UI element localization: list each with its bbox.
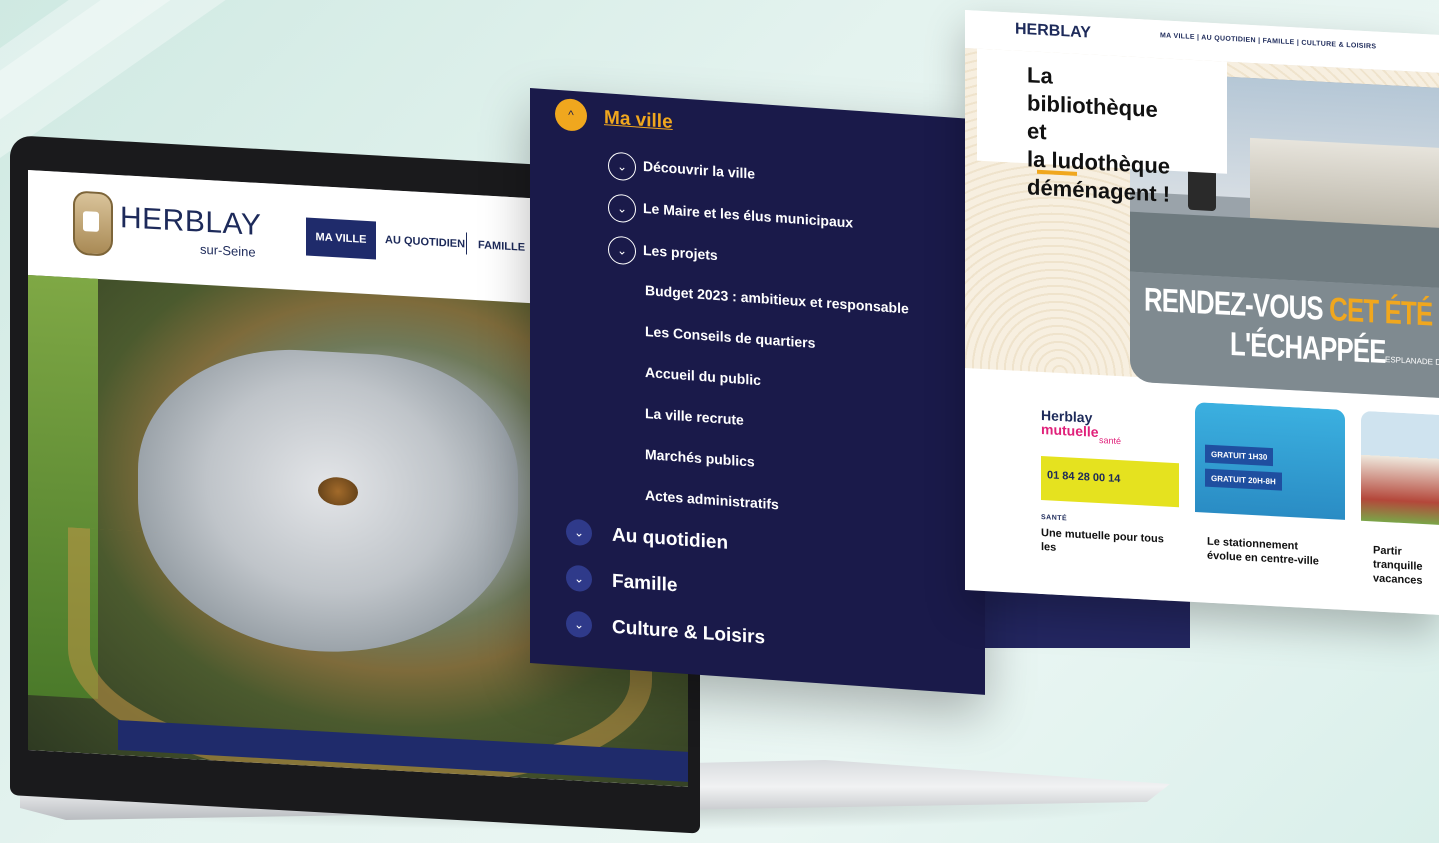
- card-image: [1361, 410, 1439, 526]
- menu-section-famille[interactable]: Famille: [612, 571, 677, 598]
- site-logo-text[interactable]: HERBLAY: [120, 201, 261, 243]
- mutuelle-subtitle: santé: [1099, 435, 1122, 447]
- site-logo-subtitle: sur-Seine: [200, 241, 256, 260]
- menu-link-budget[interactable]: Budget 2023 : ambitieux et responsable: [645, 282, 909, 316]
- menu-link-recrute[interactable]: La ville recrute: [645, 405, 744, 428]
- nav-au-quotidien[interactable]: AU QUOTIDIEN: [385, 234, 465, 250]
- nav-ma-ville[interactable]: MA VILLE: [306, 217, 376, 260]
- chevron-down-icon[interactable]: ⌄: [608, 151, 636, 182]
- card-image: GRATUIT 1H30 GRATUIT 20H-8H: [1195, 402, 1345, 520]
- main-nav[interactable]: MA VILLE | AU QUOTIDIEN | FAMILLE | CULT…: [1160, 32, 1376, 50]
- news-card[interactable]: GRATUIT 1H30 GRATUIT 20H-8H Le stationne…: [1195, 402, 1345, 610]
- menu-section-culture-loisirs[interactable]: Culture & Loisirs: [612, 617, 765, 650]
- parking-badge: GRATUIT 1H30: [1205, 444, 1274, 467]
- logo-text: mutuelle: [1041, 420, 1099, 441]
- site-logo-text[interactable]: HERBLAY: [1015, 21, 1091, 43]
- city-crest-icon: [73, 190, 113, 257]
- hero-title-line: La bibliothèque et: [1027, 62, 1158, 145]
- desktop-site-preview: HERBLAY MA VILLE | AU QUOTIDIEN | FAMILL…: [965, 10, 1439, 615]
- nav-famille[interactable]: FAMILLE: [478, 239, 525, 254]
- chevron-down-icon[interactable]: ⌄: [608, 193, 636, 224]
- slogan-line-1: RENDEZ-VOUS CET ÉTÉ À: [1144, 280, 1439, 334]
- parking-badge: GRATUIT 20H-8H: [1205, 468, 1282, 491]
- menu-item-projets[interactable]: Les projets: [643, 242, 718, 263]
- mobile-menu-panel: ^ Ma ville ⌄ Découvrir la ville ⌄ Le Mai…: [530, 88, 985, 695]
- slogan-text: À: [1432, 295, 1439, 334]
- menu-section-au-quotidien[interactable]: Au quotidien: [612, 525, 728, 555]
- collapse-icon[interactable]: ^: [555, 97, 587, 132]
- card-category: SANTÉ: [1041, 513, 1068, 523]
- nav-divider: [466, 232, 467, 255]
- building: [1250, 137, 1439, 229]
- news-cards: Herblay mutuelle santé 01 84 28 00 14 SAN…: [965, 390, 1439, 615]
- slogan-line-2: L'ÉCHAPPÉE: [1230, 324, 1386, 371]
- hero-section: RENDEZ-VOUS CET ÉTÉ À L'ÉCHAPPÉE ESPLANA…: [965, 48, 1439, 399]
- chevron-down-icon[interactable]: ⌄: [566, 610, 592, 639]
- slogan-banner: RENDEZ-VOUS CET ÉTÉ À L'ÉCHAPPÉE ESPLANA…: [1130, 271, 1439, 399]
- news-card[interactable]: Partir tranquille vacances: [1361, 410, 1439, 615]
- menu-section-ma-ville[interactable]: Ma ville: [604, 107, 673, 134]
- menu-item-maire[interactable]: Le Maire et les élus municipaux: [643, 200, 853, 231]
- menu-item-decouvrir[interactable]: Découvrir la ville: [643, 158, 755, 182]
- card-image: Herblay mutuelle santé 01 84 28 00 14: [1029, 393, 1179, 512]
- chevron-down-icon[interactable]: ⌄: [566, 564, 592, 593]
- card-title[interactable]: Le stationnement évolue en centre-ville: [1207, 535, 1332, 570]
- slogan-text: RENDEZ-VOUS: [1144, 280, 1330, 328]
- chevron-down-icon[interactable]: ⌄: [566, 518, 592, 547]
- slogan-location: ESPLANADE DES F: [1385, 355, 1439, 368]
- menu-link-marches[interactable]: Marchés publics: [645, 446, 755, 470]
- menu-link-conseils[interactable]: Les Conseils de quartiers: [645, 323, 815, 351]
- mutuelle-logo: Herblay mutuelle: [1041, 407, 1099, 441]
- chevron-down-icon[interactable]: ⌄: [608, 235, 636, 266]
- card-title[interactable]: Une mutuelle pour tous les: [1041, 526, 1166, 561]
- news-card[interactable]: Herblay mutuelle santé 01 84 28 00 14 SAN…: [1029, 393, 1179, 602]
- hero-title[interactable]: La bibliothèque et la ludothèque déménag…: [977, 48, 1227, 207]
- card-title[interactable]: Partir tranquille vacances: [1373, 543, 1439, 589]
- menu-link-accueil[interactable]: Accueil du public: [645, 364, 761, 388]
- menu-link-actes[interactable]: Actes administratifs: [645, 487, 779, 512]
- slogan-highlight: CET ÉTÉ: [1329, 290, 1433, 333]
